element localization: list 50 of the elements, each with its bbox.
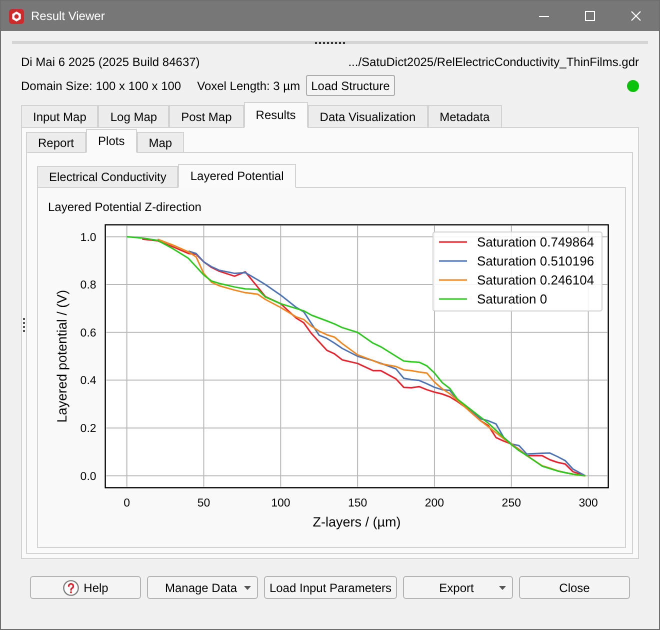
domain-size-label: Domain Size: 100 x 100 x 100 xyxy=(21,78,182,94)
caret-icon xyxy=(244,586,251,590)
legend-label: Saturation 0.749864 xyxy=(477,234,594,250)
splitter-handle-icon[interactable] xyxy=(23,318,25,332)
sub-tab[interactable]: Map xyxy=(136,132,184,153)
close-button[interactable]: Close xyxy=(519,576,630,599)
main-tab[interactable]: Input Map xyxy=(21,105,98,128)
close-icon xyxy=(631,11,641,21)
x-axis-label: Z-layers / (µm) xyxy=(312,514,401,530)
help-button[interactable]: Help xyxy=(30,576,141,599)
x-tick-label: 250 xyxy=(502,498,521,510)
caret-icon xyxy=(499,586,506,590)
y-tick-label: 0.2 xyxy=(80,422,96,435)
x-tick-label: 0 xyxy=(124,498,130,510)
plot-tab[interactable]: Layered Potential xyxy=(178,164,296,188)
y-tick-label: 0.8 xyxy=(80,280,96,292)
x-tick-label: 100 xyxy=(271,498,290,510)
y-tick-label: 1.0 xyxy=(80,232,96,244)
x-tick-label: 300 xyxy=(578,498,598,510)
main-tab[interactable]: Results xyxy=(244,102,308,128)
load-structure-button[interactable]: Load Structure xyxy=(306,75,395,96)
main-tab[interactable]: Log Map xyxy=(98,105,170,128)
splitter-handle-icon[interactable] xyxy=(315,42,345,44)
sub-tab[interactable]: Plots xyxy=(86,129,137,153)
x-tick-label: 200 xyxy=(424,498,444,510)
help-icon xyxy=(62,580,79,596)
x-tick-label: 150 xyxy=(348,498,368,510)
plot-tab[interactable]: Electrical Conductivity xyxy=(37,166,178,188)
load-parameters-button[interactable]: Load Input Parameters xyxy=(264,576,397,599)
legend-label: Saturation 0 xyxy=(477,292,548,306)
y-tick-label: 0.6 xyxy=(80,327,96,340)
plot-title: Layered Potential Z-direction xyxy=(48,200,202,214)
manage-data-button[interactable]: Manage Data xyxy=(147,576,258,599)
sub-tab[interactable]: Report xyxy=(26,132,86,153)
y-tick-label: 0.0 xyxy=(80,470,96,483)
y-axis-label: Layered potential / (V) xyxy=(54,290,70,423)
main-tab[interactable]: Data Visualization xyxy=(308,105,428,128)
legend-label: Saturation 0.246104 xyxy=(477,272,594,288)
export-button[interactable]: Export xyxy=(403,576,513,599)
build-info: Di Mai 6 2025 (2025 Build 84637) xyxy=(21,54,200,71)
main-tab[interactable]: Metadata xyxy=(428,105,502,128)
app-logo-icon xyxy=(9,8,24,24)
voxel-length-label: Voxel Length: 3 µm xyxy=(197,78,300,94)
window-title: Result Viewer xyxy=(31,8,105,25)
maximize-icon xyxy=(585,11,595,21)
y-tick-label: 0.4 xyxy=(80,375,96,388)
file-path: .../SatuDict2025/RelElectricConductivity_ThinFilms.gdr xyxy=(348,54,639,71)
main-tab[interactable]: Post Map xyxy=(169,105,244,128)
x-tick-label: 50 xyxy=(197,498,210,510)
legend-label: Saturation 0.510196 xyxy=(477,254,594,268)
